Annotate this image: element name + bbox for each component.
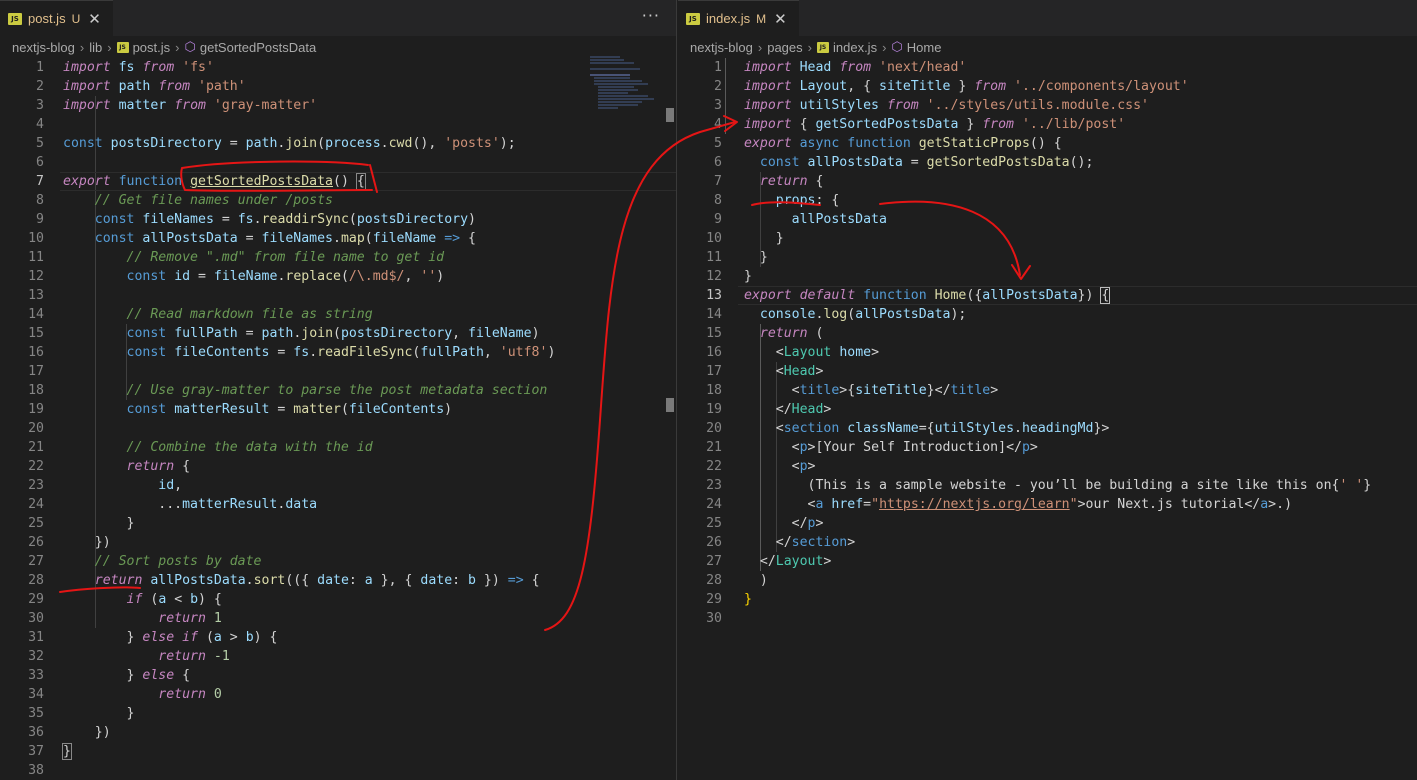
- breadcrumb: nextjs-blog › lib › JS post.js › ⬡ getSortedP…: [0, 36, 676, 58]
- chevron-right-icon: ›: [807, 39, 812, 55]
- js-file-icon: JS: [816, 41, 829, 53]
- js-file-icon: JS: [8, 12, 22, 25]
- more-actions-icon[interactable]: ···: [642, 6, 660, 25]
- js-file-icon: JS: [116, 41, 129, 53]
- tab-label: post.js: [28, 11, 66, 26]
- left-tab-bar: JS post.js U ✕ ···: [0, 0, 676, 36]
- tab-post-js[interactable]: JS post.js U ✕: [0, 0, 113, 36]
- chevron-right-icon: ›: [107, 39, 112, 55]
- close-icon[interactable]: ✕: [774, 10, 787, 28]
- symbol-method-icon: ⬡: [184, 39, 196, 55]
- tab-label: index.js: [706, 11, 751, 26]
- js-file-icon: JS: [686, 12, 700, 25]
- breadcrumb-file[interactable]: index.js: [833, 40, 877, 55]
- untracked-badge: U: [71, 11, 81, 26]
- chevron-right-icon: ›: [175, 39, 180, 55]
- right-editor-group: JS index.js M ✕ nextjs-blog › pages › JS in…: [678, 0, 1417, 780]
- modified-badge: M: [756, 11, 767, 26]
- breadcrumb-folder-lib[interactable]: lib: [89, 40, 102, 55]
- breadcrumb: nextjs-blog › pages › JS index.js › ⬡ Home: [678, 36, 1417, 58]
- right-tab-bar: JS index.js M ✕: [678, 0, 1417, 36]
- breadcrumb-folder-root[interactable]: nextjs-blog: [12, 40, 75, 55]
- breadcrumb-folder-pages[interactable]: pages: [767, 40, 802, 55]
- close-icon[interactable]: ✕: [88, 10, 101, 28]
- breadcrumb-symbol[interactable]: getSortedPostsData: [200, 40, 316, 55]
- left-editor-group: JS post.js U ✕ ··· nextjs-blog › lib › JS p…: [0, 0, 677, 780]
- tab-index-js[interactable]: JS index.js M ✕: [678, 0, 799, 36]
- chevron-right-icon: ›: [882, 39, 887, 55]
- chevron-right-icon: ›: [79, 39, 85, 55]
- code-editor-index-js[interactable]: 1 import Head from 'next/head' 2 import La…: [678, 58, 1417, 780]
- breadcrumb-folder-root[interactable]: nextjs-blog: [690, 40, 753, 55]
- chevron-right-icon: ›: [757, 39, 763, 55]
- breadcrumb-symbol[interactable]: Home: [907, 40, 942, 55]
- breadcrumb-file[interactable]: post.js: [133, 40, 171, 55]
- code-editor-post-js[interactable]: 1 import fs from 'fs' 2 import path from '…: [0, 58, 676, 780]
- symbol-method-icon: ⬡: [891, 39, 903, 55]
